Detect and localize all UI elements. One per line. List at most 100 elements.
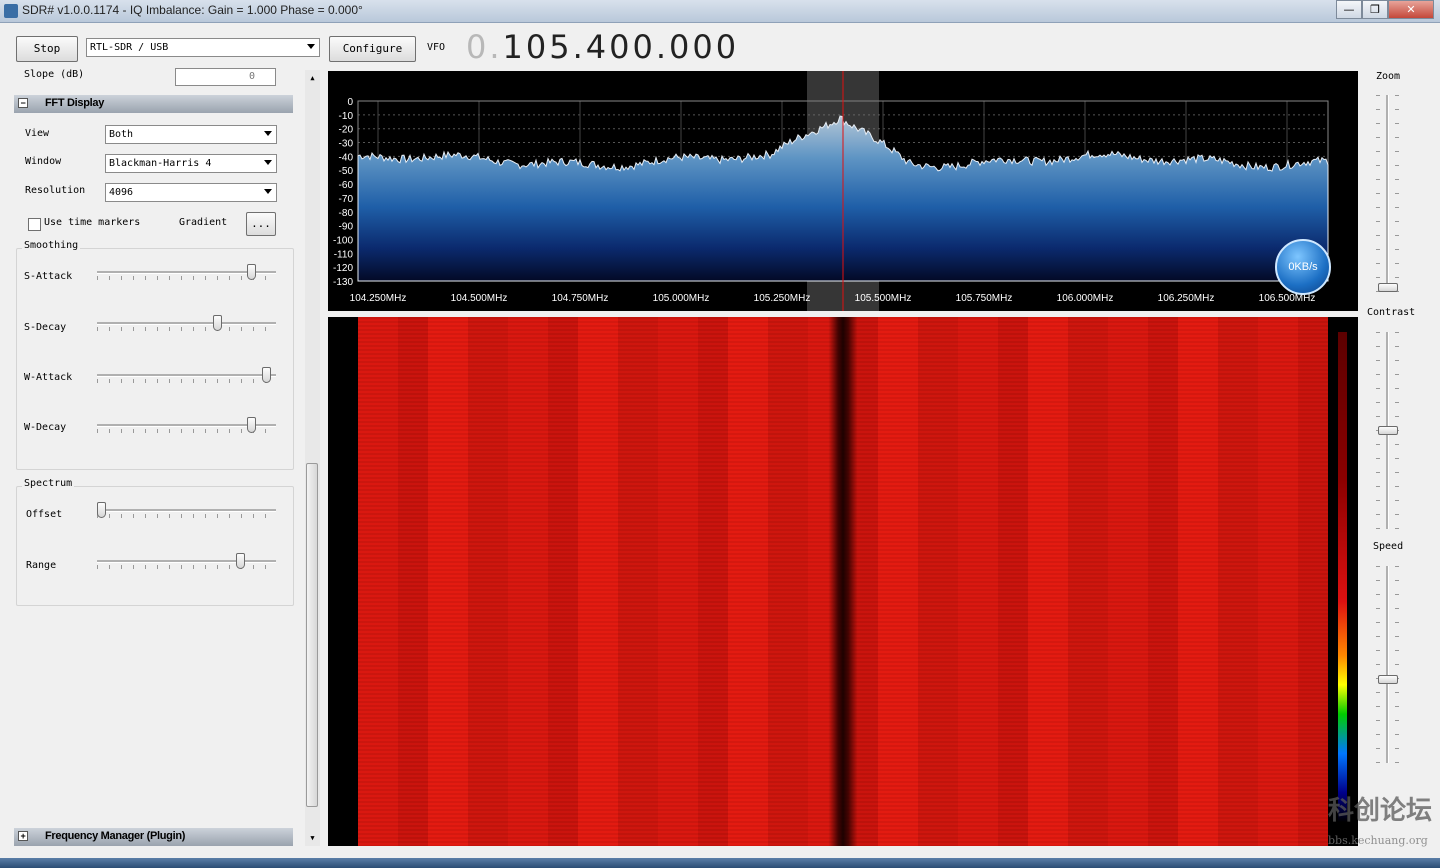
maximize-button[interactable]: ❐ (1362, 0, 1388, 19)
s-attack-slider[interactable] (97, 262, 276, 282)
freq-tick-label: 105.250MHz (754, 293, 811, 304)
slider-track (97, 322, 276, 325)
window-select[interactable]: Blackman-Harris 4 (105, 154, 277, 173)
speed-label: Speed (1373, 541, 1404, 552)
slider-thumb[interactable] (246, 417, 256, 433)
range-slider[interactable] (97, 551, 276, 571)
slope-value: 0 (248, 71, 255, 82)
contrast-slider[interactable] (1373, 332, 1403, 529)
s-decay-label: S-Decay (24, 322, 67, 333)
slider-thumb[interactable] (261, 367, 271, 383)
gradient-label: Gradient (179, 217, 228, 228)
device-select[interactable]: RTL-SDR / USB (86, 38, 320, 57)
freq-tick-label: 106.250MHz (1158, 293, 1215, 304)
slider-thumb[interactable] (1378, 283, 1398, 292)
frequency-manager-title: Frequency Manager (Plugin) (45, 830, 186, 842)
slider-ticks (1376, 566, 1380, 763)
db-tick-label: -60 (339, 180, 354, 191)
slider-thumb[interactable] (97, 502, 106, 518)
db-tick-label: -50 (339, 166, 354, 177)
slider-thumb[interactable] (1378, 426, 1398, 435)
zoom-label: Zoom (1376, 71, 1401, 82)
slider-ticks (97, 565, 276, 569)
slider-ticks (97, 514, 276, 518)
left-panel-scrollbar[interactable]: ▲ ▼ (305, 70, 320, 846)
chevron-down-icon (264, 189, 272, 194)
watermark-logo: 科创论坛 bbs.kechuang.org (1300, 790, 1440, 858)
slider-thumb[interactable] (246, 264, 256, 280)
vfo-label: VFO (427, 42, 446, 53)
spectrum-title: Spectrum (22, 478, 75, 489)
slope-input[interactable]: 0 (175, 68, 276, 86)
w-decay-slider[interactable] (97, 415, 276, 435)
slider-thumb[interactable] (1378, 675, 1398, 685)
range-label: Range (26, 560, 57, 571)
w-attack-slider[interactable] (97, 365, 276, 385)
offset-slider[interactable] (97, 500, 276, 520)
db-tick-label: -70 (339, 194, 354, 205)
chevron-down-icon (307, 44, 315, 49)
db-tick-label: 0 (347, 97, 353, 108)
resolution-select-value: 4096 (109, 187, 134, 198)
slider-ticks (1395, 566, 1399, 763)
w-attack-label: W-Attack (24, 372, 73, 383)
vfo-dim-digits: 0. (466, 28, 503, 66)
fft-display-header[interactable]: − FFT Display (14, 95, 293, 113)
scroll-up-icon[interactable]: ▲ (305, 70, 320, 86)
slider-thumb[interactable] (212, 315, 222, 331)
speed-slider[interactable] (1373, 566, 1403, 763)
window-label: Window (25, 156, 62, 167)
watermark-sub: bbs.kechuang.org (1328, 834, 1428, 847)
waterfall-display[interactable] (328, 317, 1358, 846)
taskbar (0, 858, 1440, 868)
freq-tick-label: 105.500MHz (855, 293, 912, 304)
frequency-manager-header[interactable]: + Frequency Manager (Plugin) (14, 828, 293, 846)
close-button[interactable]: ✕ (1388, 0, 1434, 19)
vfo-frequency: 105.400.000 (502, 28, 740, 66)
contrast-label: Contrast (1367, 307, 1416, 318)
collapse-icon: − (18, 98, 28, 108)
resolution-select[interactable]: 4096 (105, 183, 277, 202)
time-markers-checkbox[interactable] (28, 218, 41, 231)
stop-button[interactable]: Stop (16, 36, 78, 62)
minimize-button[interactable]: — (1336, 0, 1362, 19)
s-decay-slider[interactable] (97, 313, 276, 333)
db-tick-label: -80 (339, 208, 354, 219)
view-select[interactable]: Both (105, 125, 277, 144)
spectrum-plot: 0 -10 -20 -30 -40 -50 -60 -70 -80 -90 -100 -110 -120… (333, 71, 1329, 311)
time-markers-label: Use time markers (44, 217, 141, 228)
chevron-down-icon (264, 160, 272, 165)
resolution-label: Resolution (25, 185, 86, 196)
slider-track (97, 374, 276, 377)
slider-track (97, 560, 276, 563)
slider-thumb[interactable] (236, 553, 246, 569)
freq-tick-label: 104.500MHz (451, 293, 508, 304)
slider-track (97, 509, 276, 512)
db-tick-label: -30 (339, 139, 354, 150)
gradient-button[interactable]: ... (246, 212, 276, 236)
transfer-rate-badge: 0KB/s (1275, 239, 1331, 295)
db-tick-label: -90 (339, 222, 354, 233)
device-select-value: RTL-SDR / USB (90, 42, 169, 53)
spectrum-analyzer[interactable]: 0 -10 -20 -30 -40 -50 -60 -70 -80 -90 -100 -110 -120… (328, 71, 1358, 311)
offset-label: Offset (26, 509, 63, 520)
waterfall-plot (358, 317, 1328, 846)
scrollbar-thumb[interactable] (306, 463, 318, 807)
scroll-down-icon[interactable]: ▼ (305, 830, 320, 846)
zoom-slider[interactable] (1373, 95, 1403, 292)
db-tick-label: -130 (333, 277, 353, 288)
slider-track (1386, 566, 1389, 763)
db-tick-label: -110 (334, 249, 354, 260)
vfo-display[interactable]: 0.105.400.000 (466, 28, 739, 66)
slider-ticks (1376, 95, 1380, 292)
view-select-value: Both (109, 129, 134, 140)
slider-ticks (1395, 95, 1399, 292)
freq-tick-label: 105.750MHz (956, 293, 1013, 304)
db-tick-label: -10 (339, 111, 354, 122)
freq-tick-label: 104.750MHz (552, 293, 609, 304)
chevron-down-icon (264, 131, 272, 136)
s-attack-label: S-Attack (24, 271, 73, 282)
configure-button[interactable]: Configure (329, 36, 416, 62)
watermark-text: 科创论坛 (1328, 796, 1433, 826)
freq-tick-label: 106.000MHz (1057, 293, 1114, 304)
